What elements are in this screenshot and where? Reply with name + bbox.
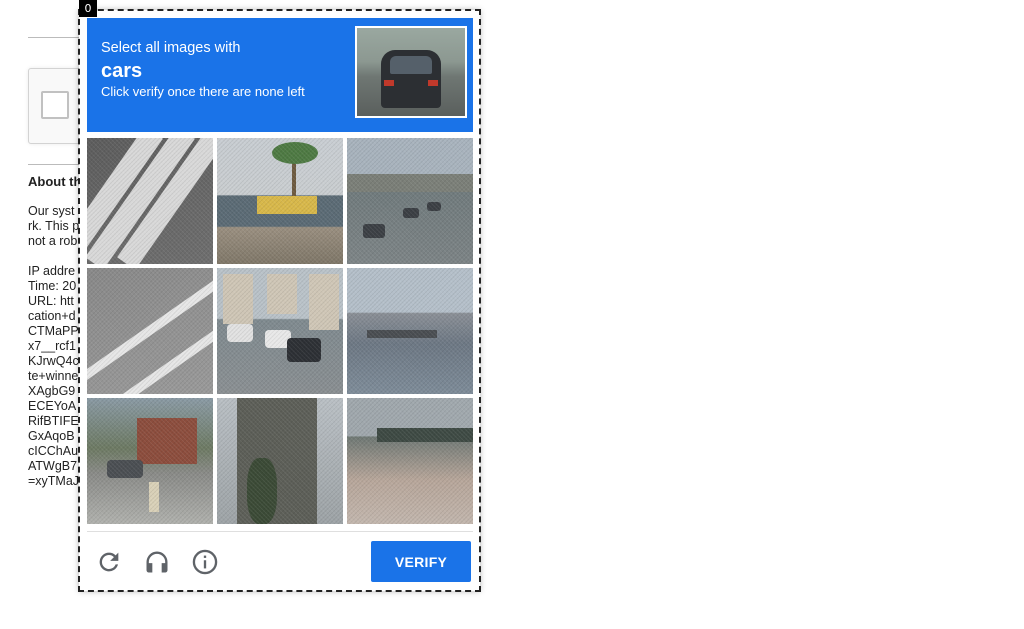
about-heading: About th (28, 174, 82, 189)
detail-line: ECEYoA (28, 399, 77, 413)
detail-line: URL: htt (28, 294, 74, 308)
detail-line: x7__rcf1 (28, 339, 76, 353)
reload-icon[interactable] (93, 546, 125, 578)
captcha-challenge-popup: 0 Select all images with cars Click veri… (78, 0, 481, 592)
detail-line: XAgbG9 (28, 384, 76, 398)
image-tile[interactable] (87, 398, 213, 524)
frame-index-badge: 0 (79, 0, 97, 17)
paragraph-line: not a rob (28, 234, 78, 248)
detail-line: Time: 20 (28, 279, 77, 293)
paragraph-line: Our syst (28, 204, 75, 218)
footer-divider (87, 531, 473, 532)
instruction-text: Select all images with (101, 40, 241, 56)
recaptcha-checkbox[interactable] (41, 91, 69, 119)
detail-line: KJrwQ4c (28, 354, 79, 368)
sample-image (355, 26, 467, 118)
image-tile[interactable] (87, 268, 213, 394)
verify-button[interactable]: VERIFY (371, 541, 471, 582)
paragraph-line: rk. This p (28, 219, 80, 233)
image-tile[interactable] (347, 138, 473, 264)
image-tile[interactable] (347, 268, 473, 394)
detail-line: CTMaPP (28, 324, 79, 338)
detail-line: IP addre (28, 264, 76, 278)
image-tile[interactable] (217, 398, 343, 524)
target-keyword: cars (101, 60, 143, 82)
detail-line: cICChAu (28, 444, 79, 458)
detail-line: ATWgB7 (28, 459, 78, 473)
instruction-subtext: Click verify once there are none left (101, 84, 305, 99)
headphones-icon[interactable] (141, 546, 173, 578)
image-tile[interactable] (347, 398, 473, 524)
detail-line: cation+d (28, 309, 76, 323)
image-grid (87, 138, 473, 524)
image-tile[interactable] (217, 268, 343, 394)
info-icon[interactable] (189, 546, 221, 578)
image-tile[interactable] (87, 138, 213, 264)
detail-line: =xyTMaJ (28, 474, 80, 488)
detail-line: GxAqoB (28, 429, 75, 443)
challenge-header: Select all images with cars Click verify… (87, 18, 473, 132)
detail-line: RifBTIFE (28, 414, 79, 428)
image-tile[interactable] (217, 138, 343, 264)
detail-line: te+winne (28, 369, 79, 383)
